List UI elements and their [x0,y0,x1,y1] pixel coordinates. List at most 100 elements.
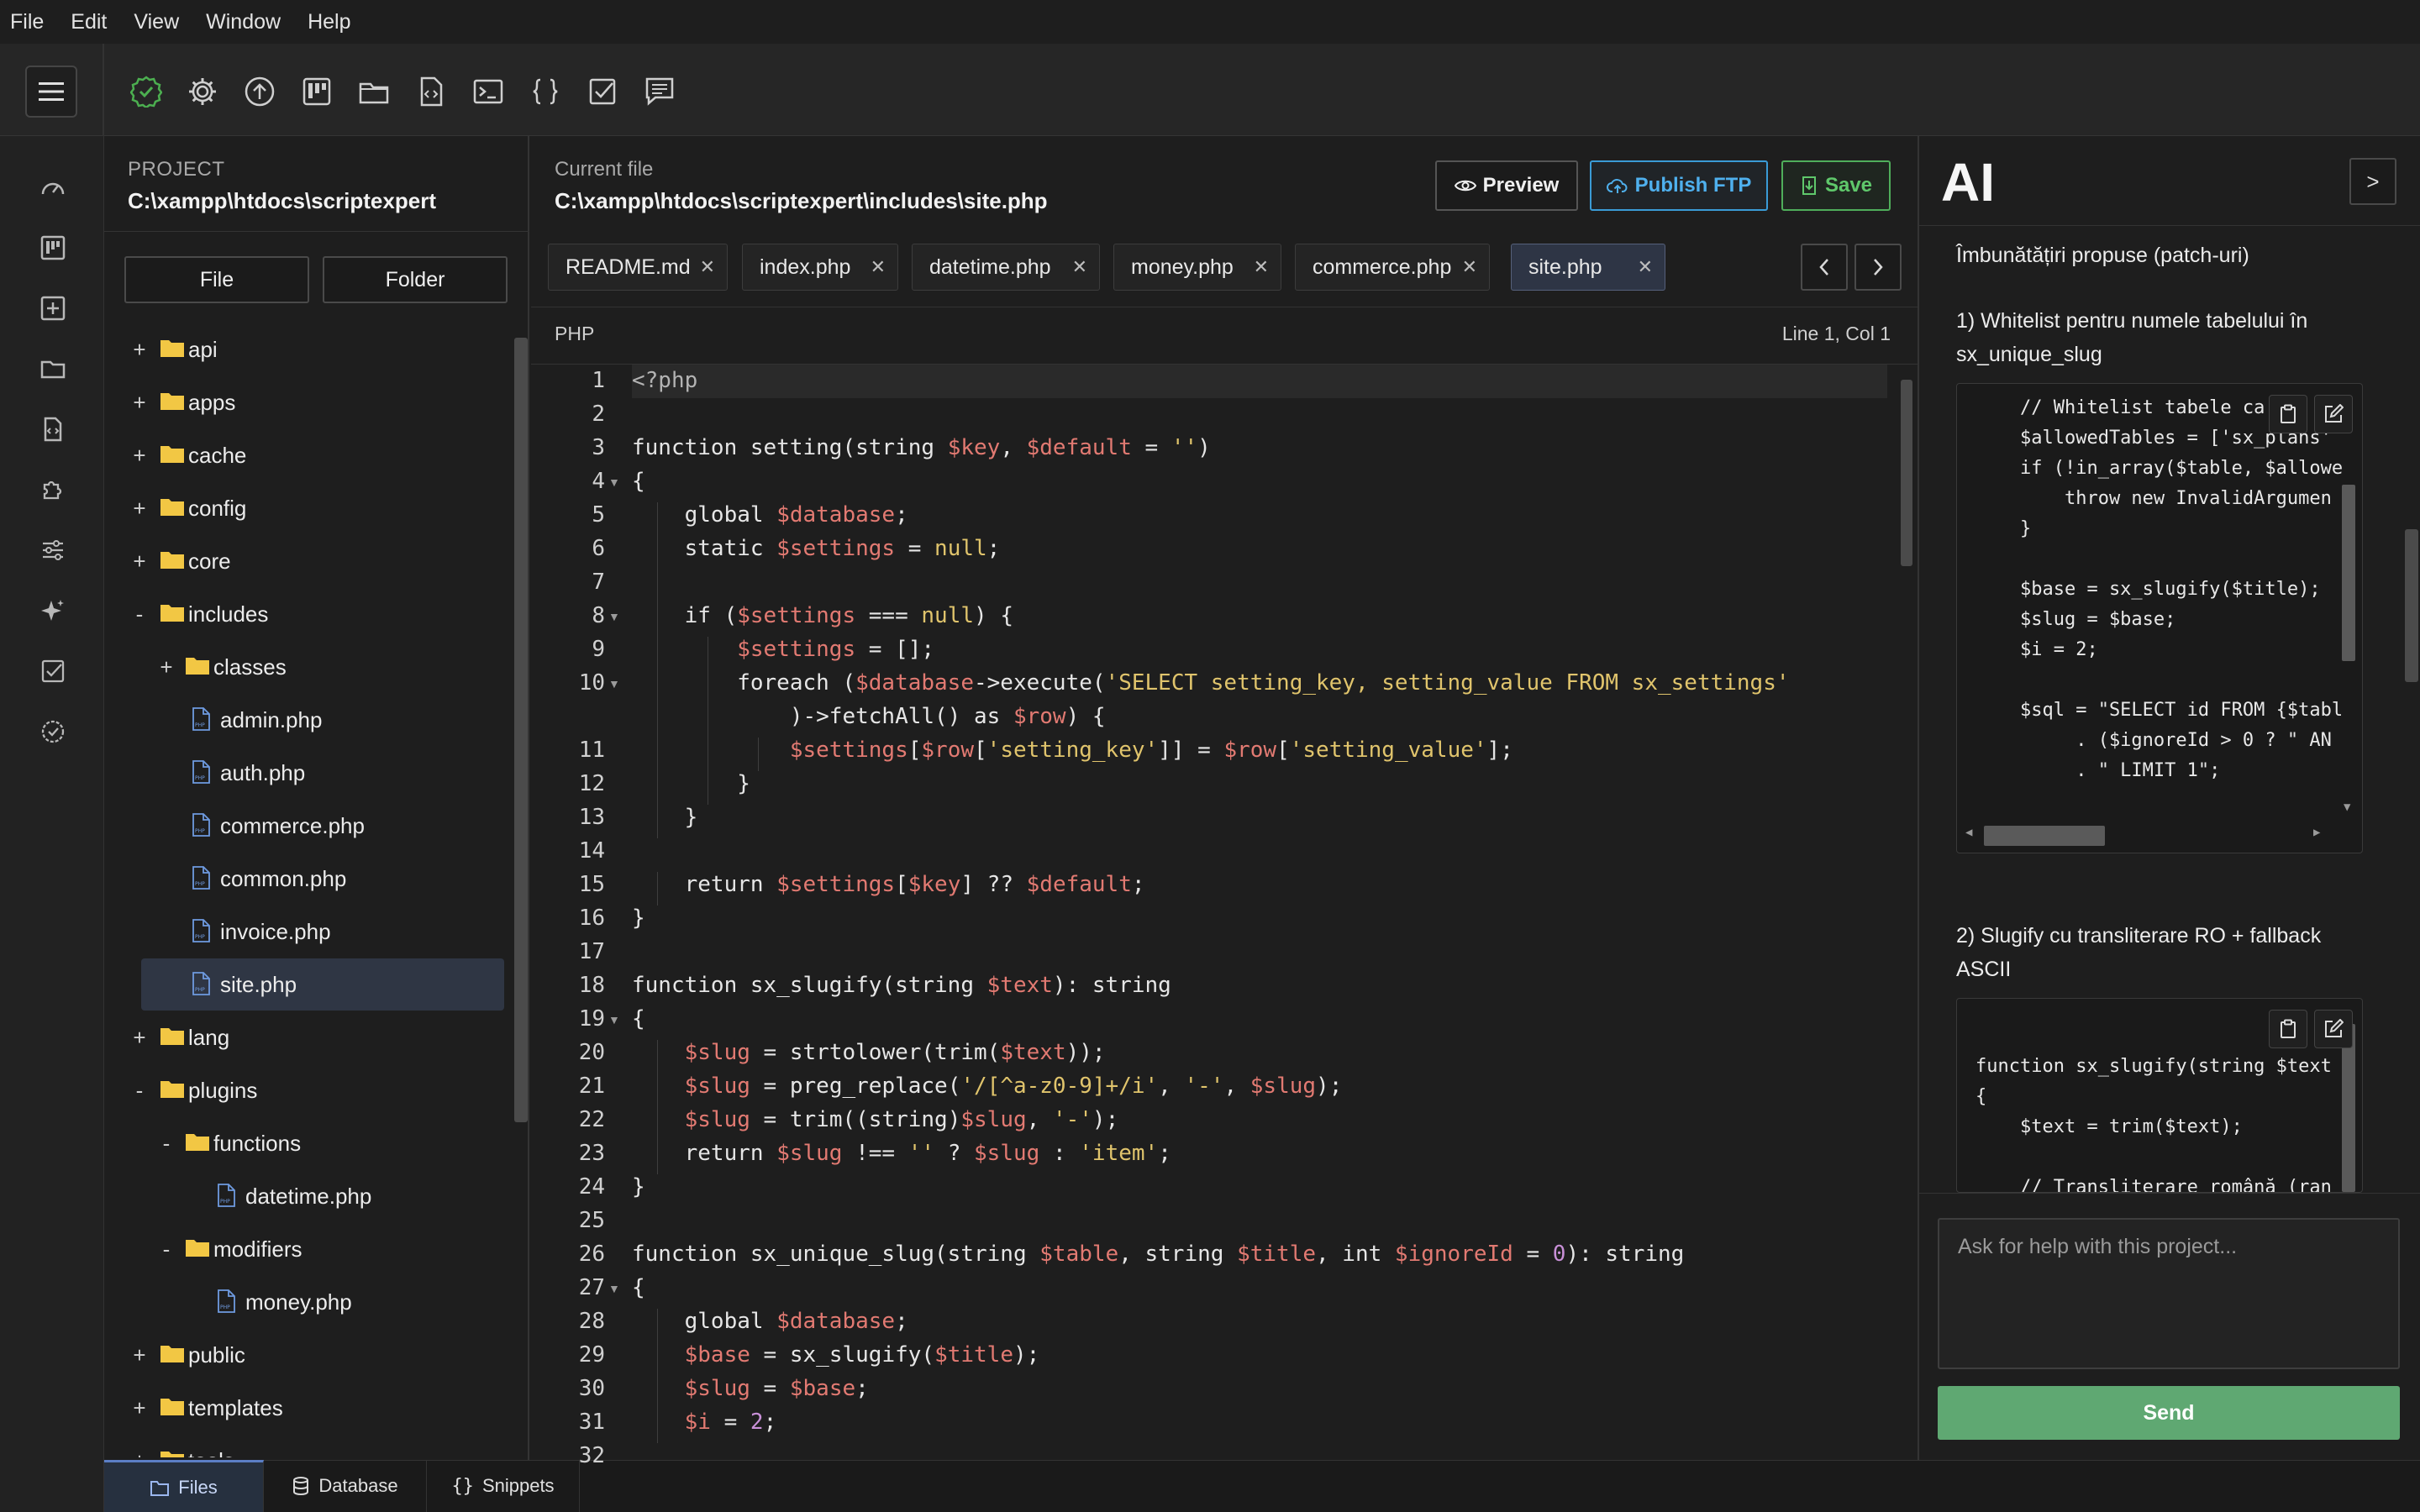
tree-item[interactable]: + classes [104,641,516,693]
code-activity[interactable] [34,410,72,449]
collapse-icon[interactable]: - [129,1078,150,1104]
tab-money[interactable]: money.php ✕ [1113,244,1281,291]
collapse-icon[interactable]: - [156,1131,176,1157]
tree-item[interactable]: PHP money.php [104,1276,516,1328]
menu-edit[interactable]: Edit [69,10,108,34]
expand-icon[interactable]: + [129,1448,150,1458]
menu-window[interactable]: Window [204,10,282,34]
new-activity[interactable] [34,289,72,328]
collapse-icon[interactable]: - [156,1236,176,1263]
expand-icon[interactable]: + [129,1025,150,1051]
menu-view[interactable]: View [132,10,181,34]
code-editor[interactable] [531,365,1918,1460]
tree-item[interactable]: PHP site.php [104,958,516,1011]
sidebar-scrollbar[interactable] [514,338,528,1122]
tab-database[interactable]: Database [264,1460,427,1512]
code-block-vscroll[interactable] [2342,485,2355,661]
tasks-button[interactable] [582,71,623,112]
fold-chevron-icon[interactable]: ▼ [608,677,620,690]
hamburger-menu-button[interactable] [25,66,77,118]
tree-item[interactable]: - includes [104,588,516,640]
tab-files[interactable]: Files [104,1460,264,1512]
ai-panel-toggle[interactable]: > [2349,158,2396,205]
tree-item[interactable]: + apps [104,376,516,428]
ai-send-button[interactable]: Send [1938,1386,2400,1440]
tree-item[interactable]: + tools [104,1435,516,1457]
new-folder-button[interactable]: Folder [323,256,508,303]
ai-activity[interactable] [34,591,72,630]
expand-icon[interactable]: + [129,1342,150,1368]
close-icon[interactable]: ✕ [1254,256,1269,278]
code-block-hscroll[interactable] [1984,826,2105,846]
close-icon[interactable]: ✕ [1462,256,1477,278]
tree-item[interactable]: PHP invoice.php [104,906,516,958]
close-icon[interactable]: ✕ [700,256,715,278]
fold-chevron-icon[interactable]: ▼ [608,610,620,623]
board-button[interactable] [297,71,337,112]
braces-button[interactable] [525,71,566,112]
tree-item[interactable]: PHP datetime.php [104,1170,516,1222]
code-file-button[interactable] [411,71,451,112]
code-block-vscroll[interactable] [2342,1024,2355,1192]
expand-icon[interactable]: + [156,654,176,680]
copy-code-button[interactable] [2269,395,2307,433]
ai-prompt-input[interactable]: Ask for help with this project... [1938,1218,2400,1369]
settings-button[interactable] [182,71,223,112]
tabs-next-button[interactable] [1854,244,1902,291]
tree-item[interactable]: + templates [104,1382,516,1434]
tree-item[interactable]: + core [104,535,516,587]
board-activity[interactable] [34,228,72,267]
editor-scrollbar[interactable] [1901,380,1912,566]
tasks-activity[interactable] [34,652,72,690]
tab-site[interactable]: site.php ✕ [1511,244,1665,291]
tab-readme[interactable]: README.md ✕ [548,244,728,291]
close-icon[interactable]: ✕ [871,256,886,278]
fold-chevron-icon[interactable]: ▼ [608,1282,620,1295]
menu-file[interactable]: File [8,10,45,34]
tree-item[interactable]: PHP commerce.php [104,800,516,852]
plugins-activity[interactable] [34,470,72,509]
adjust-activity[interactable] [34,531,72,570]
upload-button[interactable] [239,71,280,112]
save-button[interactable]: Save [1781,160,1891,211]
close-icon[interactable]: ✕ [1072,256,1087,278]
fold-chevron-icon[interactable]: ▼ [608,1013,620,1026]
tab-index[interactable]: index.php ✕ [742,244,898,291]
expand-icon[interactable]: + [129,443,150,469]
explorer-activity[interactable] [34,349,72,388]
expand-icon[interactable]: + [129,1395,150,1421]
insert-code-button[interactable] [2314,395,2353,433]
tree-item[interactable]: PHP common.php [104,853,516,905]
validate-button[interactable] [126,71,166,112]
expand-icon[interactable]: + [129,390,150,416]
tree-item[interactable]: PHP admin.php [104,694,516,746]
close-icon[interactable]: ✕ [1638,256,1653,278]
expand-icon[interactable]: + [129,549,150,575]
comments-button[interactable] [639,71,680,112]
scroll-left-icon[interactable]: ◀ [1965,826,1972,839]
terminal-button[interactable] [468,71,508,112]
insert-code-button[interactable] [2314,1010,2353,1048]
tree-item[interactable]: - plugins [104,1064,516,1116]
tree-item[interactable]: - functions [104,1117,516,1169]
new-file-button[interactable]: File [124,256,309,303]
fold-chevron-icon[interactable]: ▼ [608,475,620,489]
expand-icon[interactable]: + [129,496,150,522]
tree-item[interactable]: + api [104,323,516,375]
expand-icon[interactable]: + [129,337,150,363]
open-folder-button[interactable] [354,71,394,112]
scroll-right-icon[interactable]: ▶ [2313,826,2320,839]
validate-activity[interactable] [34,712,72,751]
tree-item[interactable]: + config [104,482,516,534]
tab-commerce[interactable]: commerce.php ✕ [1295,244,1490,291]
tabs-prev-button[interactable] [1801,244,1848,291]
copy-code-button[interactable] [2269,1010,2307,1048]
tree-item[interactable]: PHP auth.php [104,747,516,799]
tree-item[interactable]: + lang [104,1011,516,1063]
ai-panel-scrollbar[interactable] [2405,529,2418,682]
menu-help[interactable]: Help [306,10,352,34]
dashboard-activity[interactable] [34,168,72,207]
tab-datetime[interactable]: datetime.php ✕ [912,244,1100,291]
scroll-down-icon[interactable]: ▼ [2344,801,2350,814]
preview-button[interactable]: Preview [1435,160,1578,211]
